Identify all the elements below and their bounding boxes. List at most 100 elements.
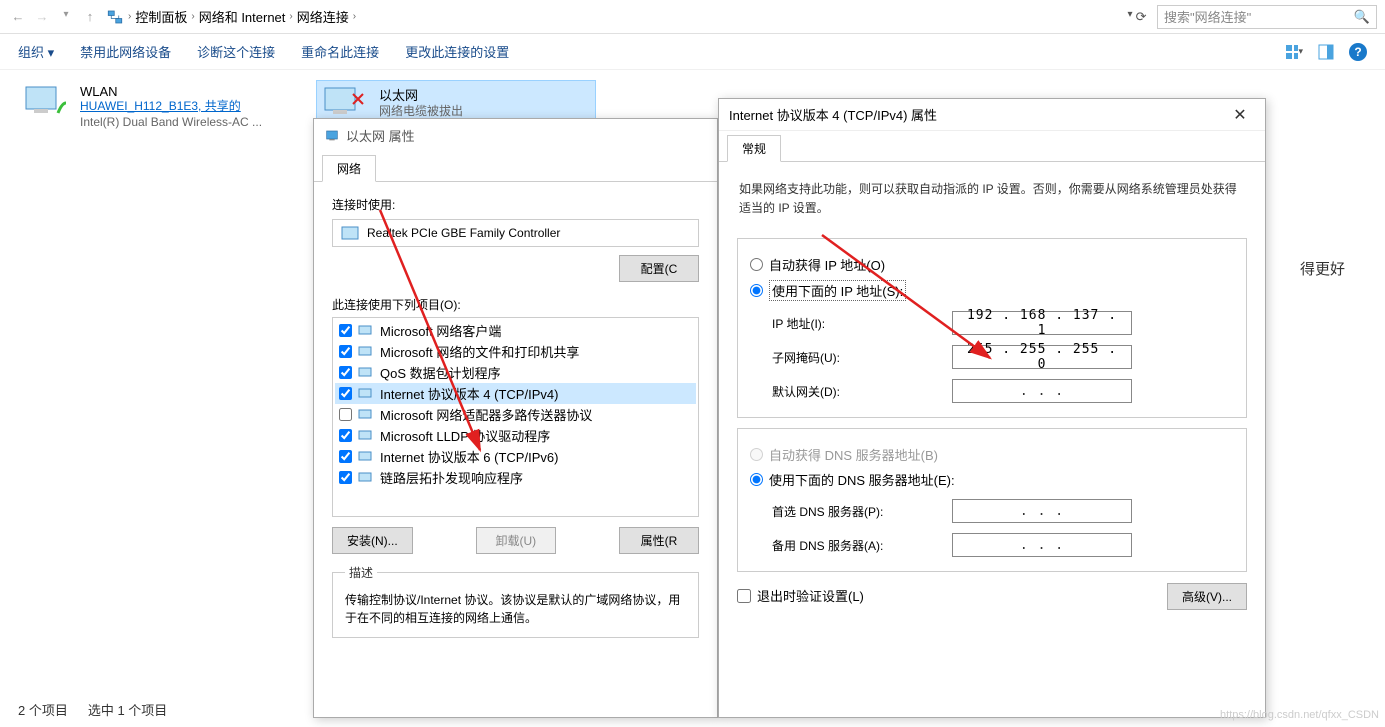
protocol-icon [358, 470, 374, 486]
protocol-item-checkbox[interactable] [339, 471, 352, 484]
breadcrumb-l2[interactable]: 网络和 Internet [199, 7, 286, 26]
disable-device-button[interactable]: 禁用此网络设备 [80, 42, 171, 61]
protocol-item[interactable]: Microsoft 网络适配器多路传送器协议 [335, 404, 696, 425]
protocol-icon [358, 428, 374, 444]
breadcrumb-l3[interactable]: 网络连接 [297, 7, 349, 26]
back-icon[interactable]: ← [8, 9, 28, 24]
connect-using-label: 连接时使用: [332, 196, 699, 213]
protocol-item[interactable]: QoS 数据包计划程序 [335, 362, 696, 383]
view-mode-icon[interactable]: ▾ [1285, 43, 1303, 61]
ipv4-intro-text: 如果网络支持此功能，则可以获取自动指派的 IP 设置。否则，你需要从网络系统管理… [737, 176, 1247, 228]
protocol-item-checkbox[interactable] [339, 324, 352, 337]
connection-wlan[interactable]: WLAN HUAWEI_H112_B1E3, 共享的 Intel(R) Dual… [18, 80, 298, 134]
diagnose-button[interactable]: 诊断这个连接 [197, 42, 275, 61]
breadcrumb[interactable]: › 控制面板 › 网络和 Internet › 网络连接 › [106, 7, 1117, 26]
items-label: 此连接使用下列项目(O): [332, 296, 699, 313]
help-icon[interactable]: ? [1349, 43, 1367, 61]
dns1-label: 首选 DNS 服务器(P): [772, 503, 952, 520]
protocol-item-checkbox[interactable] [339, 450, 352, 463]
radio-auto-ip[interactable]: 自动获得 IP 地址(O) [750, 255, 1234, 274]
properties-button[interactable]: 属性(R [619, 527, 699, 554]
network-icon [106, 8, 124, 26]
eth-dialog-title-bar[interactable]: 以太网 属性 [314, 119, 717, 151]
close-icon[interactable]: ✕ [1225, 105, 1255, 125]
radio-auto-dns: 自动获得 DNS 服务器地址(B) [750, 445, 1234, 464]
protocol-item-checkbox[interactable] [339, 366, 352, 379]
adapter-icon [341, 226, 359, 240]
protocol-icon [358, 449, 374, 465]
validate-checkbox[interactable] [737, 589, 751, 603]
forward-icon: → [32, 9, 52, 24]
adapter-name: Realtek PCIe GBE Family Controller [367, 226, 560, 240]
dns2-input[interactable]: . . . [952, 533, 1132, 557]
eth-dialog-title: 以太网 属性 [346, 126, 415, 145]
ipv4-tab-general[interactable]: 常规 [727, 135, 781, 162]
ip-address-label: IP 地址(I): [772, 315, 952, 332]
uninstall-button: 卸载(U) [476, 527, 556, 554]
dns1-input[interactable]: . . . [952, 499, 1132, 523]
radio-auto-ip-input[interactable] [750, 258, 763, 271]
protocol-item-checkbox[interactable] [339, 387, 352, 400]
description-legend: 描述 [345, 564, 377, 581]
search-input[interactable]: 搜索"网络连接" 🔍 [1157, 5, 1377, 29]
radio-manual-dns-label: 使用下面的 DNS 服务器地址(E): [769, 470, 955, 489]
validate-label: 退出时验证设置(L) [757, 586, 864, 605]
protocol-icon [358, 407, 374, 423]
gateway-input[interactable]: . . . [952, 379, 1132, 403]
protocol-icon [358, 323, 374, 339]
radio-manual-dns[interactable]: 使用下面的 DNS 服务器地址(E): [750, 470, 1234, 489]
ipv4-properties-dialog: Internet 协议版本 4 (TCP/IPv4) 属性 ✕ 常规 如果网络支… [718, 98, 1266, 718]
protocol-item[interactable]: Internet 协议版本 4 (TCP/IPv4) [335, 383, 696, 404]
radio-auto-dns-input [750, 448, 763, 461]
radio-manual-ip[interactable]: 使用下面的 IP 地址(S): [750, 280, 1234, 301]
advanced-button[interactable]: 高级(V)... [1167, 583, 1247, 610]
protocol-items-list[interactable]: Microsoft 网络客户端 Microsoft 网络的文件和打印机共享QoS … [332, 317, 699, 517]
protocol-item-checkbox[interactable] [339, 429, 352, 442]
protocol-item-label: Microsoft 网络客户端 [380, 321, 501, 340]
radio-auto-ip-label: 自动获得 IP 地址(O) [769, 255, 885, 274]
ip-address-input[interactable]: 192 . 168 . 137 . 1 [952, 311, 1132, 335]
wlan-title: WLAN [80, 84, 262, 99]
radio-manual-ip-label: 使用下面的 IP 地址(S): [769, 280, 906, 301]
search-icon[interactable]: 🔍 [1354, 9, 1370, 25]
change-settings-button[interactable]: 更改此连接的设置 [405, 42, 509, 61]
address-controls[interactable]: ▾⟳ [1117, 9, 1157, 25]
up-icon[interactable]: ↑ [80, 9, 100, 24]
rename-button[interactable]: 重命名此连接 [301, 42, 379, 61]
protocol-item-label: Microsoft 网络的文件和打印机共享 [380, 342, 579, 361]
ipv4-dialog-title-bar[interactable]: Internet 协议版本 4 (TCP/IPv4) 属性 ✕ [719, 99, 1265, 131]
protocol-item[interactable]: 链路层拓扑发现响应程序 [335, 467, 696, 488]
protocol-item-checkbox[interactable] [339, 345, 352, 358]
status-item-count: 2 个项目 [18, 700, 68, 719]
description-text: 传输控制协议/Internet 协议。该协议是默认的广域网络协议，用于在不同的相… [345, 591, 686, 627]
protocol-item-checkbox[interactable] [339, 408, 352, 421]
preview-pane-icon[interactable] [1317, 43, 1335, 61]
wlan-icon [22, 84, 70, 124]
protocol-item-label: Internet 协议版本 6 (TCP/IPv6) [380, 447, 558, 466]
status-bar: 2 个项目 选中 1 个项目 [18, 700, 167, 719]
protocol-item-label: 链路层拓扑发现响应程序 [380, 468, 523, 487]
recent-dropdown-icon[interactable]: ▾ [56, 9, 76, 24]
eth-title: 以太网 [379, 85, 463, 104]
wlan-ssid: HUAWEI_H112_B1E3, 共享的 [80, 99, 262, 115]
adapter-box: Realtek PCIe GBE Family Controller [332, 219, 699, 247]
protocol-item[interactable]: Internet 协议版本 6 (TCP/IPv6) [335, 446, 696, 467]
protocol-item-label: Microsoft 网络适配器多路传送器协议 [380, 405, 592, 424]
radio-manual-dns-input[interactable] [750, 473, 763, 486]
wlan-adapter: Intel(R) Dual Band Wireless-AC ... [80, 115, 262, 131]
organize-button[interactable]: 组织 ▾ [18, 42, 54, 61]
breadcrumb-l1[interactable]: 控制面板 [135, 7, 187, 26]
protocol-item[interactable]: Microsoft 网络的文件和打印机共享 [335, 341, 696, 362]
configure-button[interactable]: 配置(C [619, 255, 699, 282]
status-selected-count: 选中 1 个项目 [88, 700, 167, 719]
subnet-mask-input[interactable]: 255 . 255 . 255 . 0 [952, 345, 1132, 369]
protocol-item[interactable]: Microsoft 网络客户端 [335, 320, 696, 341]
radio-manual-ip-input[interactable] [750, 284, 763, 297]
protocol-item[interactable]: Microsoft LLDP 协议驱动程序 [335, 425, 696, 446]
eth-tab-network[interactable]: 网络 [322, 155, 376, 182]
protocol-icon [358, 386, 374, 402]
dns-settings-group: 自动获得 DNS 服务器地址(B) 使用下面的 DNS 服务器地址(E): 首选… [737, 428, 1247, 572]
dns2-label: 备用 DNS 服务器(A): [772, 537, 952, 554]
install-button[interactable]: 安装(N)... [332, 527, 413, 554]
eth-tab-strip: 网络 [314, 151, 717, 182]
